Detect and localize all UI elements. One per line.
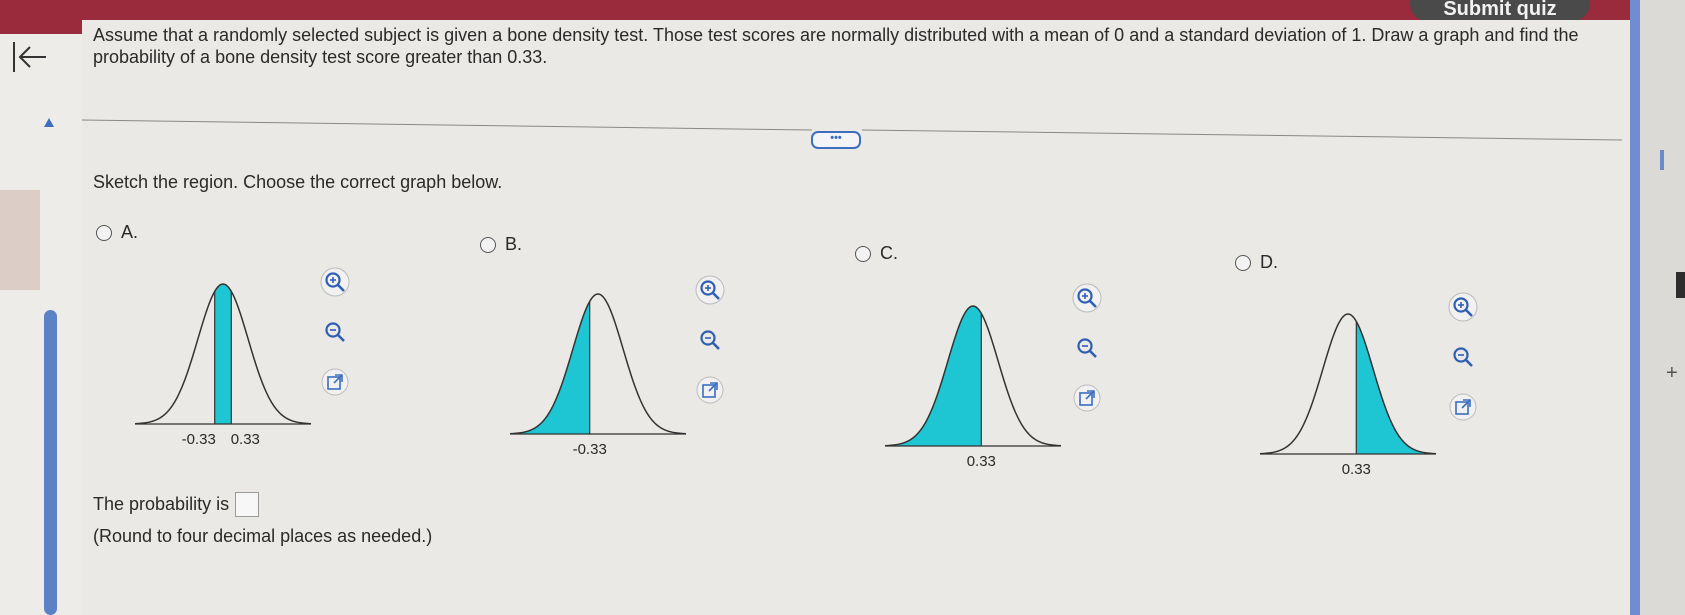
show-more-button[interactable]: ••• <box>811 131 861 149</box>
zoom-out-icon[interactable] <box>695 325 725 355</box>
nav-highlight <box>0 190 40 290</box>
zoom-in-icon[interactable] <box>1448 292 1478 322</box>
zoom-in-icon[interactable] <box>1072 283 1102 313</box>
option-d[interactable]: D. <box>1235 252 1278 273</box>
zoom-in-icon[interactable] <box>695 275 725 305</box>
normal-curve-graph: 0.33 <box>1259 308 1437 488</box>
zoom-out-icon[interactable] <box>1448 342 1478 372</box>
rounding-note: (Round to four decimal places as needed.… <box>93 526 433 546</box>
external-link-icon[interactable] <box>695 375 725 405</box>
option-b[interactable]: B. <box>480 234 522 255</box>
radio-button[interactable] <box>480 236 496 253</box>
external-link-icon[interactable] <box>1072 383 1102 413</box>
tick-label: -0.33 <box>573 441 607 458</box>
shaded-region <box>1356 321 1434 454</box>
right-edge-panel: + <box>1640 0 1685 615</box>
normal-curve <box>509 293 687 435</box>
probability-row: The probability is <box>93 492 260 517</box>
probability-input[interactable] <box>235 492 260 517</box>
option-a[interactable]: A. <box>96 222 138 243</box>
left-gutter <box>0 34 82 615</box>
collapse-up-icon[interactable] <box>44 118 54 127</box>
edge-mark <box>1660 150 1664 170</box>
tick-label: 0.33 <box>1342 461 1371 478</box>
probability-label: The probability is <box>93 494 230 514</box>
tick-label: -0.33 <box>182 431 216 448</box>
submit-quiz-button[interactable]: Submit quiz <box>1410 0 1590 22</box>
back-arrow-icon[interactable] <box>10 38 54 78</box>
normal-curve-graph: 0.33 <box>884 300 1062 480</box>
tick-label: 0.33 <box>967 453 996 470</box>
sketch-instruction: Sketch the region. Choose the correct gr… <box>93 172 503 192</box>
radio-button[interactable] <box>96 224 112 241</box>
right-scrollbar[interactable] <box>1630 0 1640 615</box>
question-text: Assume that a randomly selected subject … <box>93 25 1579 67</box>
option-label: D. <box>1260 252 1278 272</box>
zoom-out-icon[interactable] <box>320 317 350 347</box>
shaded-region <box>214 284 232 424</box>
option-c[interactable]: C. <box>855 243 898 264</box>
plus-icon[interactable]: + <box>1666 362 1678 385</box>
shaded-region <box>512 301 590 434</box>
normal-curve <box>1259 313 1437 455</box>
normal-curve-graph: -0.33 <box>509 288 687 468</box>
external-link-icon[interactable] <box>320 367 350 397</box>
radio-button[interactable] <box>855 245 871 262</box>
scrollbar-thumb[interactable] <box>44 310 57 615</box>
option-label: A. <box>121 222 139 242</box>
shaded-region <box>887 306 982 446</box>
radio-button[interactable] <box>1235 254 1251 271</box>
tick-label: 0.33 <box>231 431 260 448</box>
zoom-out-icon[interactable] <box>1072 333 1102 363</box>
option-label: C. <box>880 243 898 263</box>
external-link-icon[interactable] <box>1448 392 1478 422</box>
edge-mark <box>1676 272 1685 298</box>
option-label: B. <box>505 234 523 254</box>
normal-curve-graph: -0.33 0.33 <box>134 278 312 458</box>
zoom-in-icon[interactable] <box>320 267 350 297</box>
